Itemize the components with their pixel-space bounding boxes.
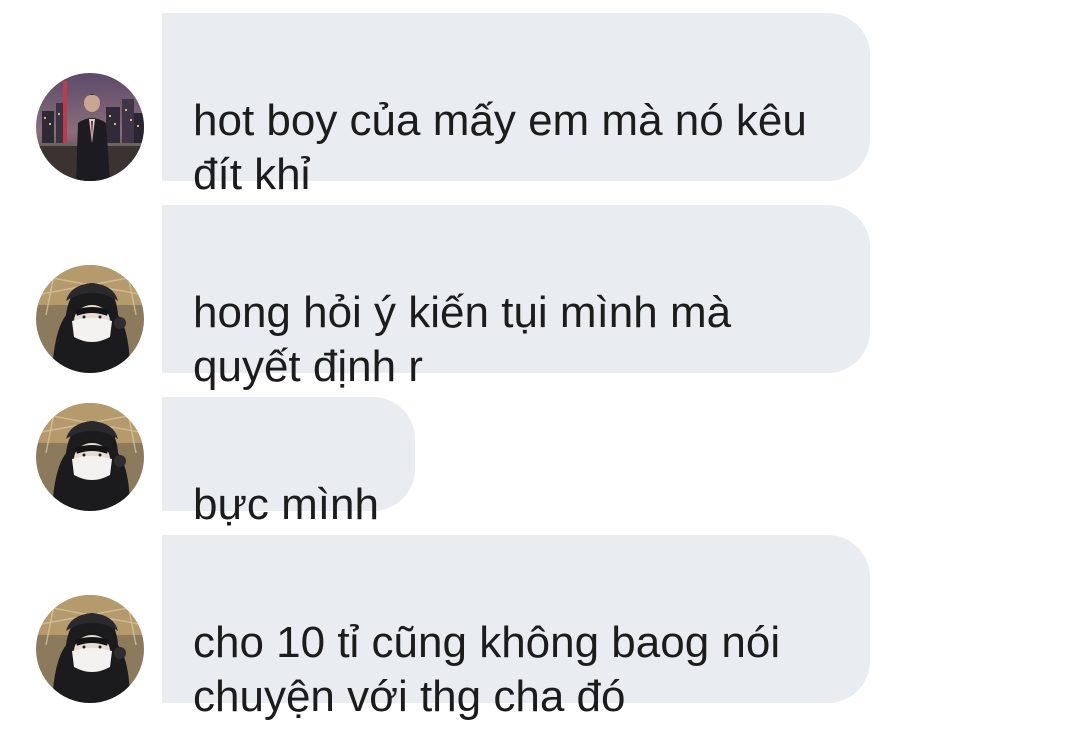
message-bubble[interactable]: bực mình: [162, 397, 415, 529]
message-text: hong hỏi ý kiến tụi mình mà quyết định r: [193, 288, 732, 391]
message-bubble[interactable]: hot boy của mấy em mà nó kêu đít khỉ: [162, 13, 870, 199]
message-text: bực mình: [193, 480, 379, 529]
hooded-masked-avatar-icon: [36, 595, 144, 703]
message-text: cho 10 tỉ cũng không baog nói chuyện với…: [193, 618, 781, 721]
avatar[interactable]: [36, 265, 144, 373]
avatar[interactable]: [36, 595, 144, 703]
hooded-masked-avatar-icon: [36, 403, 144, 511]
city-night-avatar-icon: [36, 73, 144, 181]
message-text: hot boy của mấy em mà nó kêu đít khỉ: [193, 96, 807, 199]
hooded-masked-avatar-icon: [36, 265, 144, 373]
avatar[interactable]: [36, 403, 144, 511]
message-bubble[interactable]: cho 10 tỉ cũng không baog nói chuyện với…: [162, 535, 870, 721]
avatar[interactable]: [36, 73, 144, 181]
message-bubble[interactable]: hong hỏi ý kiến tụi mình mà quyết định r: [162, 205, 870, 391]
chat-thread: hot boy của mấy em mà nó kêu đít khỉ hon…: [0, 0, 1079, 734]
